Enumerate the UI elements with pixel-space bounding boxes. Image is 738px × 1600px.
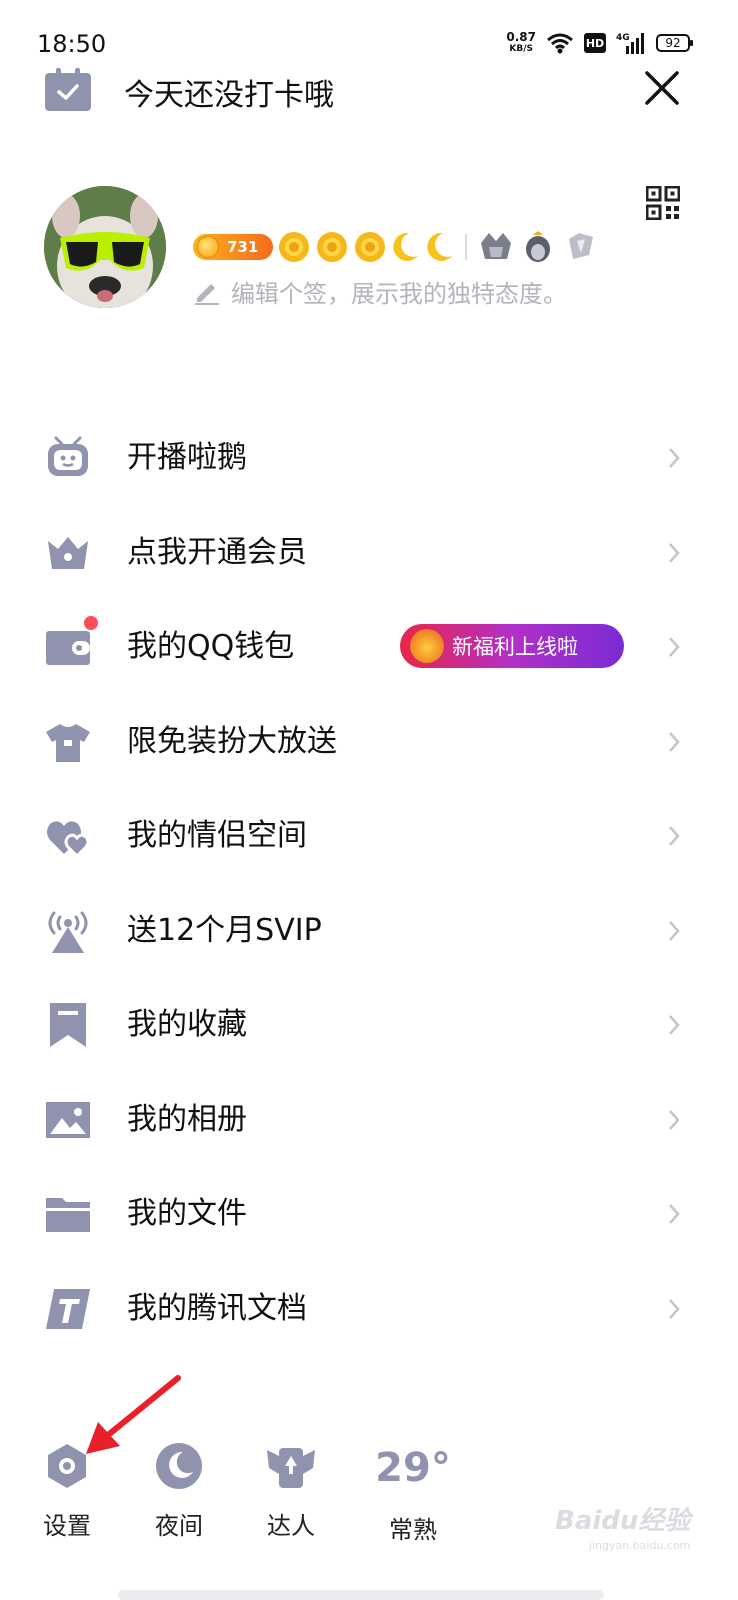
chevron-right-icon (669, 1298, 680, 1319)
checkin-text[interactable]: 今天还没打卡哦 (124, 70, 334, 114)
menu-list: 开播啦鹅 点我开通会员 我的QQ钱包 限免装扮大放送 我的情侣空间 送12个月S… (0, 411, 738, 1356)
moon-icon (427, 232, 452, 261)
gear-icon (48, 1444, 86, 1488)
battery-indicator: 92 (656, 34, 693, 52)
status-indicators: 0.87 KB/S HD 4G 92 (506, 28, 693, 58)
expert-button[interactable]: 达人 (251, 1440, 331, 1541)
baidu-watermark: Baidu经验 jingyan.baidu.com (555, 1500, 690, 1552)
picture-icon (46, 1101, 90, 1138)
menu-item-couple[interactable]: 我的情侣空间 (0, 789, 738, 884)
watermark-url: jingyan.baidu.com (588, 1539, 691, 1552)
menu-item-live[interactable]: 开播啦鹅 (0, 411, 738, 506)
hearts-icon (47, 821, 90, 859)
night-mode-button[interactable]: 夜间 (139, 1440, 219, 1541)
tv-robot-icon (48, 436, 88, 476)
chevron-right-icon (669, 1015, 680, 1035)
winged-badge-icon (267, 1448, 315, 1488)
chevron-right-icon (669, 542, 680, 563)
settings-label: 设置 (43, 1512, 91, 1540)
close-icon[interactable] (644, 70, 680, 106)
wifi-icon (547, 33, 573, 54)
menu-label: 限免装扮大放送 (127, 723, 337, 759)
menu-label: 我的文件 (127, 1196, 247, 1231)
sun-icon (279, 232, 309, 262)
home-indicator (118, 1590, 604, 1600)
menu-item-docs[interactable]: 我的腾讯文档 (0, 1262, 738, 1357)
lucky-bag-icon (410, 629, 444, 663)
net-speed-unit: KB/S (509, 44, 533, 54)
wallet-promo-badge[interactable]: 新福利上线啦 (400, 624, 624, 668)
chevron-right-icon (669, 1204, 680, 1224)
menu-label: 我的情侣空间 (127, 818, 307, 853)
coin-icon (197, 236, 219, 258)
pencil-icon (195, 283, 219, 305)
net-speed-value: 0.87 (506, 30, 536, 44)
menu-label: 开播啦鹅 (127, 440, 247, 475)
tshirt-icon (46, 723, 90, 762)
folder-icon (46, 1198, 90, 1232)
weather-widget[interactable]: 29° 常熟 (368, 1440, 458, 1545)
net-speed: 0.87 KB/S (506, 31, 536, 55)
chevron-right-icon (669, 1109, 680, 1130)
promo-text: 新福利上线啦 (452, 635, 578, 659)
menu-item-files[interactable]: 我的文件 (0, 1167, 738, 1262)
sun-icon (317, 232, 347, 262)
avatar[interactable] (44, 186, 166, 308)
status-bar: 18:50 0.87 KB/S HD 4G 92 (0, 0, 738, 70)
level-badges[interactable]: 731 (193, 228, 599, 266)
chevron-right-icon (669, 920, 680, 941)
moon-icon (393, 232, 418, 261)
crown-icon (48, 536, 88, 569)
tencent-docs-icon (46, 1288, 90, 1329)
menu-label: 送12个月SVIP (127, 912, 322, 948)
city-label: 常熟 (389, 1516, 437, 1544)
hd-badge: HD (584, 33, 606, 53)
menu-label: 我的QQ钱包 (127, 629, 295, 664)
watermark-brand: Baidu经验 (555, 1506, 691, 1536)
signature-editor[interactable]: 编辑个签，展示我的独特态度。 (193, 274, 567, 309)
chevron-right-icon (669, 637, 680, 657)
diamond-badge-icon (569, 233, 593, 259)
level-value: 731 (227, 238, 259, 256)
level-separator (465, 234, 467, 260)
wallet-notification-dot (82, 614, 100, 632)
sun-icon (355, 232, 385, 262)
signature-text: 编辑个签，展示我的独特态度。 (231, 280, 567, 308)
signal-icon: 4G (616, 33, 644, 54)
settings-button[interactable]: 设置 (27, 1440, 107, 1541)
menu-item-album[interactable]: 我的相册 (0, 1073, 738, 1168)
chevron-right-icon (669, 731, 680, 752)
bookmark-icon (50, 1003, 86, 1047)
menu-item-vip[interactable]: 点我开通会员 (0, 506, 738, 601)
menu-item-favorites[interactable]: 我的收藏 (0, 978, 738, 1073)
penguin-badge-icon (526, 231, 550, 262)
menu-item-svip[interactable]: 送12个月SVIP (0, 884, 738, 979)
network-type: 4G (616, 33, 630, 43)
menu-item-dressup[interactable]: 限免装扮大放送 (0, 695, 738, 790)
menu-label: 我的相册 (127, 1101, 247, 1137)
vip-crown-icon (481, 233, 511, 259)
avatar-image (44, 186, 166, 308)
menu-label: 我的收藏 (127, 1007, 247, 1042)
status-time: 18:50 (37, 30, 107, 58)
moon-icon (156, 1443, 202, 1489)
qr-code-icon[interactable] (646, 186, 680, 220)
calendar-icon[interactable] (44, 68, 92, 112)
expert-label: 达人 (267, 1512, 315, 1540)
menu-label: 我的腾讯文档 (127, 1290, 307, 1326)
temperature: 29° (375, 1445, 451, 1491)
menu-label: 点我开通会员 (127, 534, 307, 570)
chevron-right-icon (669, 826, 680, 846)
level-pill: 731 (193, 234, 273, 260)
broadcast-icon (48, 911, 88, 953)
menu-item-wallet[interactable]: 我的QQ钱包 (0, 600, 738, 695)
night-label: 夜间 (155, 1512, 203, 1540)
chevron-right-icon (669, 448, 680, 468)
